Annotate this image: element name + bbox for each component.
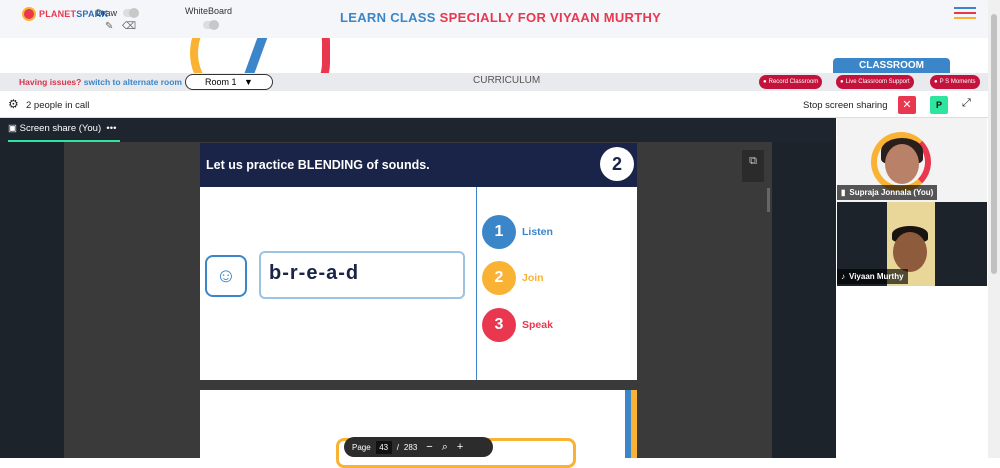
step-number: 1 (482, 215, 516, 249)
step-label: Join (522, 272, 544, 284)
slide-divider (476, 187, 477, 380)
draw-label: Draw (96, 8, 118, 18)
zoom-out-button[interactable]: − (426, 441, 432, 453)
live-classroom-support-button[interactable]: Live Classroom Support (836, 75, 914, 89)
record-classroom-button[interactable]: Record Classroom (759, 75, 823, 89)
screen-share-tab[interactable]: ▣ Screen share (You) ••• (8, 123, 116, 134)
call-bar: ⚙ 2 people in call Stop screen sharing ✕… (0, 92, 988, 118)
brand-name-part1: PLANET (39, 9, 77, 19)
ps-moments-button[interactable]: P S Moments (930, 75, 980, 89)
stop-screen-sharing-label: Stop screen sharing (803, 100, 888, 111)
whiteboard-label: WhiteBoard (185, 6, 233, 16)
next-slide-edge (625, 390, 637, 458)
stop-sharing-button[interactable]: ✕ (898, 96, 916, 114)
speech-bubble: b-r-e-a-d (259, 251, 465, 299)
popout-icon[interactable]: ⧉ (742, 150, 764, 182)
room-selector[interactable]: Room 1 ▼ (185, 74, 273, 90)
curriculum-tab[interactable]: CURRICULUM (473, 75, 540, 86)
screen-share-icon: ▣ (8, 123, 17, 134)
decor-red-arc (285, 38, 330, 74)
video-feed (885, 144, 919, 184)
participant-tile[interactable]: ▮ Supraja Jonnala (You) (837, 118, 987, 202)
pencil-icon[interactable]: ✎ (105, 21, 113, 32)
participant-name: ▮ Supraja Jonnala (You) (837, 185, 938, 200)
blend-word: b-r-e-a-d (269, 262, 360, 284)
zoom-icon[interactable]: ⌕ (442, 441, 448, 454)
people-count: 2 people in call (26, 100, 90, 111)
page-controls: Page 43 / 283 − ⌕ + (344, 437, 493, 457)
participant-tile[interactable]: ♪ Viyaan Murthy (837, 202, 987, 286)
more-options-icon[interactable]: ••• (106, 123, 116, 134)
stage-tabs: ▣ Screen share (You) ••• (0, 118, 836, 142)
draw-toggle[interactable] (123, 8, 139, 18)
title-part2: SPECIALLY FOR VIYAAN MURTHY (439, 10, 662, 25)
step-label: Listen (522, 226, 553, 238)
page-number-input[interactable]: 43 (375, 440, 392, 454)
sub-bar: Having issues? switch to alternate room … (0, 73, 988, 91)
title-part1: LEARN CLASS (340, 10, 436, 25)
expand-icon[interactable]: ⤢ (962, 97, 971, 110)
step-label: Speak (522, 319, 553, 331)
classroom-tab[interactable]: CLASSROOM (833, 58, 950, 74)
page-title: LEARN CLASS SPECIALLY FOR VIYAAN MURTHY (340, 10, 661, 25)
issues-text: Having issues? switch to alternate room (19, 77, 182, 87)
step-join: 2 Join (482, 261, 544, 295)
participant-name: ♪ Viyaan Murthy (837, 269, 908, 284)
slide-number: 2 (600, 147, 634, 181)
whiteboard-toggle[interactable] (203, 20, 219, 30)
page-label: Page (352, 442, 371, 452)
top-bar: PLANETSPARK Draw ✎ ⌫ WhiteBoard LEARN CL… (0, 0, 988, 38)
step-listen: 1 Listen (482, 215, 553, 249)
alternate-room-link[interactable]: switch to alternate room (84, 77, 182, 87)
robot-icon: ☺ (205, 255, 247, 297)
step-number: 3 (482, 308, 516, 342)
left-gutter (0, 142, 64, 458)
p-button[interactable]: P (930, 96, 948, 114)
eraser-icon[interactable]: ⌫ (122, 21, 136, 32)
page-total: 283 (403, 442, 418, 452)
mic-icon: ♪ (841, 272, 845, 281)
zoom-in-button[interactable]: + (457, 441, 463, 453)
room-dropdown-icon: ▼ (244, 77, 253, 87)
slide-title: Let us practice BLENDING of sounds. (206, 158, 430, 172)
right-gutter (772, 142, 836, 458)
step-number: 2 (482, 261, 516, 295)
logo-mark-icon (22, 7, 36, 21)
step-speak: 3 Speak (482, 308, 553, 342)
page-scrollbar[interactable] (988, 0, 1000, 458)
slide-header: Let us practice BLENDING of sounds. 2 (200, 143, 637, 187)
gear-icon[interactable]: ⚙ (8, 97, 19, 111)
slide-page: Let us practice BLENDING of sounds. 2 ☺ … (200, 143, 637, 380)
page-separator: / (396, 442, 399, 452)
viewer-scroll-thumb[interactable] (767, 188, 770, 212)
scrollbar-thumb[interactable] (991, 14, 997, 274)
mic-icon: ▮ (841, 188, 846, 197)
menu-hamburger-icon[interactable] (954, 7, 976, 22)
